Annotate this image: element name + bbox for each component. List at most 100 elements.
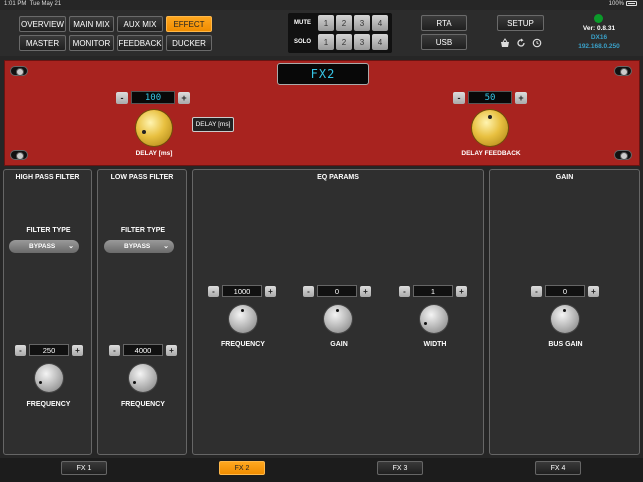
hpf-frequency-value[interactable]: 250 [29, 344, 69, 356]
feedback-knob[interactable] [472, 110, 508, 146]
tab-fx-2[interactable]: FX 2 [219, 461, 265, 475]
eq-gain-increment-button[interactable]: + [360, 286, 371, 297]
nav-aux-mix[interactable]: AUX MIX [117, 16, 163, 32]
lpf-decrement-button[interactable]: - [109, 345, 120, 356]
fx-title-display: FX2 [277, 63, 369, 85]
eq-gain-decrement-button[interactable]: - [303, 286, 314, 297]
knob-label: FREQUENCY [221, 341, 265, 348]
refresh-icon[interactable] [516, 38, 526, 48]
setup-button[interactable]: SETUP [497, 15, 544, 31]
eq-gain-value[interactable]: 0 [317, 285, 357, 297]
knob-label: FREQUENCY [26, 401, 71, 408]
device-ip: 192.168.0.250 [578, 43, 620, 50]
tab-fx-4[interactable]: FX 4 [535, 461, 581, 475]
delay-knob[interactable] [136, 110, 172, 146]
screw-decoration [614, 150, 632, 160]
delay-increment-button[interactable]: + [178, 92, 190, 104]
lpf-increment-button[interactable]: + [166, 345, 177, 356]
hpf-frequency-knob[interactable] [35, 364, 63, 392]
nav-master[interactable]: MASTER [19, 35, 66, 51]
fx-panel: FX2 - 100 + DELAY [ms] DELAY [ms] - 50 +… [4, 60, 640, 166]
nav-effect[interactable]: EFFECT [166, 16, 212, 32]
delay-value-display[interactable]: 100 [131, 91, 175, 104]
bus-gain-increment-button[interactable]: + [588, 286, 599, 297]
top-nav: OVERVIEW MAIN MIX AUX MIX EFFECT MASTER … [0, 10, 643, 56]
knob-indicator [424, 322, 427, 325]
mute-button-1[interactable]: 1 [318, 15, 334, 31]
eq-width-value[interactable]: 1 [413, 285, 453, 297]
feedback-label: DELAY FEEDBACK [461, 150, 521, 157]
hpf-decrement-button[interactable]: - [15, 345, 26, 356]
lpf-filter-type-select[interactable]: BYPASS ⌄ [104, 240, 174, 253]
eq-width-decrement-button[interactable]: - [399, 286, 410, 297]
nav-ducker[interactable]: DUCKER [166, 35, 212, 51]
gain-section: GAIN - 0 + BUS GAIN [489, 169, 640, 455]
feedback-value-display[interactable]: 50 [468, 91, 512, 104]
status-time: 1:01 PM Tue May 21 [4, 1, 62, 7]
bus-gain-knob[interactable] [551, 305, 579, 333]
solo-button-4[interactable]: 4 [372, 34, 388, 50]
lpf-frequency-value[interactable]: 4000 [123, 344, 163, 356]
knob-indicator [336, 309, 339, 312]
solo-label: SOLO [294, 39, 312, 45]
mute-solo-panel: MUTE SOLO 1 2 3 4 1 2 3 4 [288, 13, 392, 53]
eq-width-increment-button[interactable]: + [456, 286, 467, 297]
mute-button-4[interactable]: 4 [372, 15, 388, 31]
select-value: BYPASS [29, 243, 56, 250]
lpf-frequency-knob[interactable] [129, 364, 157, 392]
knob-indicator [563, 309, 566, 312]
eq-frequency-increment-button[interactable]: + [265, 286, 276, 297]
select-value: BYPASS [124, 243, 151, 250]
chevron-down-icon: ⌄ [68, 243, 74, 250]
connection-status-indicator [594, 14, 603, 23]
feedback-decrement-button[interactable]: - [453, 92, 465, 104]
delay-decrement-button[interactable]: - [116, 92, 128, 104]
nav-monitor[interactable]: MONITOR [69, 35, 114, 51]
bus-gain-decrement-button[interactable]: - [531, 286, 542, 297]
knob-label: BUS GAIN [548, 341, 583, 348]
tab-fx-3[interactable]: FX 3 [377, 461, 423, 475]
battery-icon [626, 1, 637, 6]
knob-indicator [488, 115, 492, 119]
knob-label: WIDTH [423, 341, 447, 348]
chevron-down-icon: ⌄ [163, 243, 169, 250]
section-title: GAIN [555, 174, 574, 181]
hpf-filter-type-select[interactable]: BYPASS ⌄ [9, 240, 79, 253]
version-text: Ver: 0.8.31 [582, 25, 616, 32]
solo-button-1[interactable]: 1 [318, 34, 334, 50]
mute-button-2[interactable]: 2 [336, 15, 352, 31]
status-battery: 100% [609, 1, 637, 7]
screw-decoration [10, 150, 28, 160]
feedback-increment-button[interactable]: + [515, 92, 527, 104]
eq-frequency-knob[interactable] [229, 305, 257, 333]
eq-gain-knob[interactable] [324, 305, 352, 333]
knob-label: FREQUENCY [121, 401, 165, 408]
section-title: LOW PASS FILTER [110, 174, 174, 181]
history-icon[interactable] [532, 38, 542, 48]
nav-overview[interactable]: OVERVIEW [19, 16, 66, 32]
tab-fx-1[interactable]: FX 1 [61, 461, 107, 475]
delay-unit-button[interactable]: DELAY [ms] [192, 117, 234, 132]
eq-width-knob[interactable] [420, 305, 448, 333]
low-pass-filter-section: LOW PASS FILTER FILTER TYPE BYPASS ⌄ - 40… [97, 169, 187, 455]
eq-params-section: EQ PARAMS - 1000 + FREQUENCY - 0 + GAIN … [192, 169, 484, 455]
basket-icon[interactable] [500, 38, 510, 48]
solo-button-3[interactable]: 3 [354, 34, 370, 50]
knob-indicator [39, 381, 42, 384]
mute-label: MUTE [294, 20, 311, 26]
solo-button-2[interactable]: 2 [336, 34, 352, 50]
nav-feedback[interactable]: FEEDBACK [117, 35, 163, 51]
knob-indicator [241, 309, 244, 312]
fx-tab-bar: FX 1 FX 2 FX 3 FX 4 [0, 458, 643, 482]
bus-gain-value[interactable]: 0 [545, 285, 585, 297]
hpf-increment-button[interactable]: + [72, 345, 83, 356]
eq-frequency-value[interactable]: 1000 [222, 285, 262, 297]
nav-main-mix[interactable]: MAIN MIX [69, 16, 114, 32]
eq-frequency-decrement-button[interactable]: - [208, 286, 219, 297]
mute-button-3[interactable]: 3 [354, 15, 370, 31]
usb-button[interactable]: USB [421, 34, 467, 50]
knob-indicator [142, 130, 146, 134]
status-bar: 1:01 PM Tue May 21 100% [0, 0, 643, 10]
section-title: HIGH PASS FILTER [15, 174, 80, 181]
rta-button[interactable]: RTA [421, 15, 467, 31]
